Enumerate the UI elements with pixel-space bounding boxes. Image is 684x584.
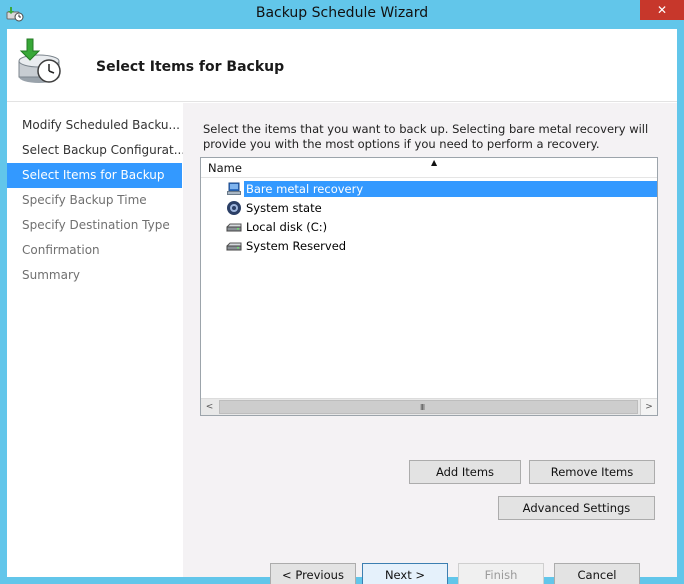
wizard-step-nav: Modify Scheduled Backu... Select Backup … xyxy=(7,103,183,577)
remove-items-button[interactable]: Remove Items xyxy=(529,460,655,484)
sort-ascending-icon: ▲ xyxy=(431,158,438,167)
list-item-label: Bare metal recovery xyxy=(244,180,657,197)
nav-step-modify-scheduled-backup[interactable]: Modify Scheduled Backu... xyxy=(7,113,183,138)
backup-items-list[interactable]: Name ▲ Bare metal recovery System state … xyxy=(200,157,658,416)
backup-wizard-icon xyxy=(13,37,65,89)
scrollbar-grip-icon: III xyxy=(420,403,425,412)
close-button[interactable]: ✕ xyxy=(640,0,684,20)
wizard-client-area: Select Items for Backup Modify Scheduled… xyxy=(7,29,677,584)
window-title: Backup Schedule Wizard xyxy=(255,5,429,21)
instructions-text: Select the items that you want to back u… xyxy=(203,122,649,151)
list-item-label: System state xyxy=(246,200,322,215)
nav-step-select-backup-configuration[interactable]: Select Backup Configurat... xyxy=(7,138,183,163)
list-item-local-disk-c[interactable]: Local disk (C:) xyxy=(226,217,657,236)
horizontal-scrollbar[interactable]: < III > xyxy=(201,398,657,415)
next-button[interactable]: Next > xyxy=(362,563,448,584)
wizard-header: Select Items for Backup xyxy=(7,29,677,102)
list-column-header[interactable]: Name ▲ xyxy=(201,158,657,178)
disk-drive-icon xyxy=(226,238,242,254)
add-items-button[interactable]: Add Items xyxy=(409,460,521,484)
page-heading: Select Items for Backup xyxy=(96,59,285,75)
list-item-label: Local disk (C:) xyxy=(246,219,328,234)
advanced-settings-button[interactable]: Advanced Settings xyxy=(498,496,655,520)
scrollbar-thumb[interactable]: III xyxy=(219,400,638,414)
list-item-bare-metal-recovery[interactable]: Bare metal recovery xyxy=(226,179,657,198)
nav-step-specify-destination-type: Specify Destination Type xyxy=(22,218,170,232)
name-column-header[interactable]: Name xyxy=(208,161,242,175)
scroll-right-icon[interactable]: > xyxy=(640,399,657,415)
wizard-content: Select the items that you want to back u… xyxy=(183,103,677,584)
nav-step-summary: Summary xyxy=(22,268,80,282)
list-item-label: System Reserved xyxy=(246,238,347,253)
previous-button[interactable]: < Previous xyxy=(270,563,356,584)
close-icon: ✕ xyxy=(656,3,668,17)
list-item-system-reserved[interactable]: System Reserved xyxy=(226,236,657,255)
nav-step-specify-backup-time: Specify Backup Time xyxy=(22,193,147,207)
nav-step-confirmation: Confirmation xyxy=(22,243,100,257)
nav-step-select-items-for-backup[interactable]: Select Items for Backup xyxy=(7,163,182,188)
cancel-button[interactable]: Cancel xyxy=(554,563,640,584)
title-bar[interactable]: Backup Schedule Wizard ✕ xyxy=(0,0,684,28)
disk-drive-icon xyxy=(226,219,242,235)
scroll-left-icon[interactable]: < xyxy=(201,399,218,415)
bare-metal-recovery-icon xyxy=(226,181,242,197)
finish-button: Finish xyxy=(458,563,544,584)
system-state-icon xyxy=(226,200,242,216)
list-item-system-state[interactable]: System state xyxy=(226,198,657,217)
